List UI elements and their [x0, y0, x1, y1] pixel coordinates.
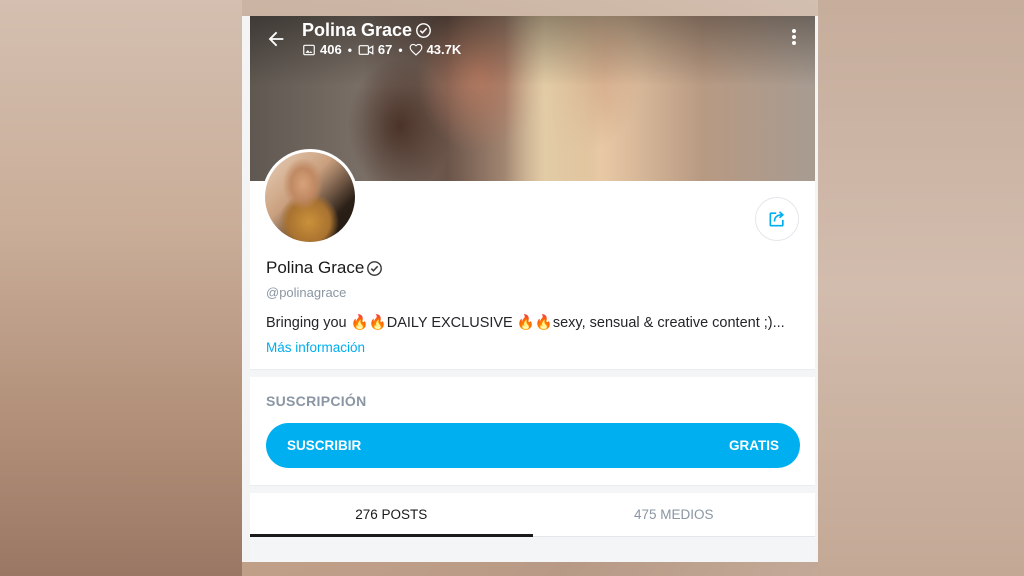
profile-panel: Polina Grace 406 • 67 • 43.7K Polina Gra…: [242, 16, 818, 562]
share-icon: [767, 209, 787, 229]
share-button[interactable]: [755, 197, 799, 241]
header-title-text: Polina Grace: [302, 20, 413, 40]
profile-bio: Bringing you 🔥🔥DAILY EXCLUSIVE 🔥🔥sexy, s…: [266, 315, 785, 331]
photos-count: 406: [320, 42, 342, 57]
tab-posts[interactable]: 276 POSTS: [250, 493, 533, 537]
subscription-heading: SUSCRIPCIÓN: [266, 393, 367, 409]
tab-media[interactable]: 475 MEDIOS: [533, 493, 816, 536]
profile-name-text: Polina Grace: [266, 258, 365, 277]
photos-stat: 406: [302, 42, 342, 57]
videos-stat: 67: [358, 42, 392, 57]
stat-separator: •: [347, 42, 352, 57]
subscribe-button-label: SUSCRIBIR: [287, 438, 362, 453]
heart-icon: [409, 43, 423, 57]
likes-stat: 43.7K: [409, 42, 462, 57]
section-divider: [250, 485, 815, 493]
verified-icon: [415, 22, 432, 39]
videos-count: 67: [377, 42, 393, 57]
image-icon: [302, 43, 316, 57]
stat-separator: •: [398, 42, 403, 57]
content-area: [250, 537, 815, 562]
verified-icon: [366, 260, 383, 277]
content-tabs: 276 POSTS 475 MEDIOS: [250, 493, 815, 537]
section-divider: [250, 369, 815, 377]
avatar[interactable]: [262, 149, 358, 245]
back-arrow-icon[interactable]: [264, 28, 288, 52]
header-title: Polina Grace: [302, 20, 432, 41]
background-blur-left: [0, 0, 242, 576]
profile-handle: @polinagrace: [266, 285, 347, 300]
subscribe-price-label: GRATIS: [729, 438, 779, 453]
video-icon: [358, 43, 374, 57]
subscribe-button[interactable]: SUSCRIBIR GRATIS: [266, 423, 800, 468]
more-vertical-icon[interactable]: [787, 28, 801, 52]
header-stats: 406 • 67 • 43.7K: [302, 42, 461, 57]
more-info-link[interactable]: Más información: [266, 340, 365, 355]
background-blur-right: [818, 0, 1024, 576]
profile-name: Polina Grace: [266, 258, 383, 278]
likes-count: 43.7K: [426, 42, 462, 57]
avatar-image: [265, 152, 355, 242]
